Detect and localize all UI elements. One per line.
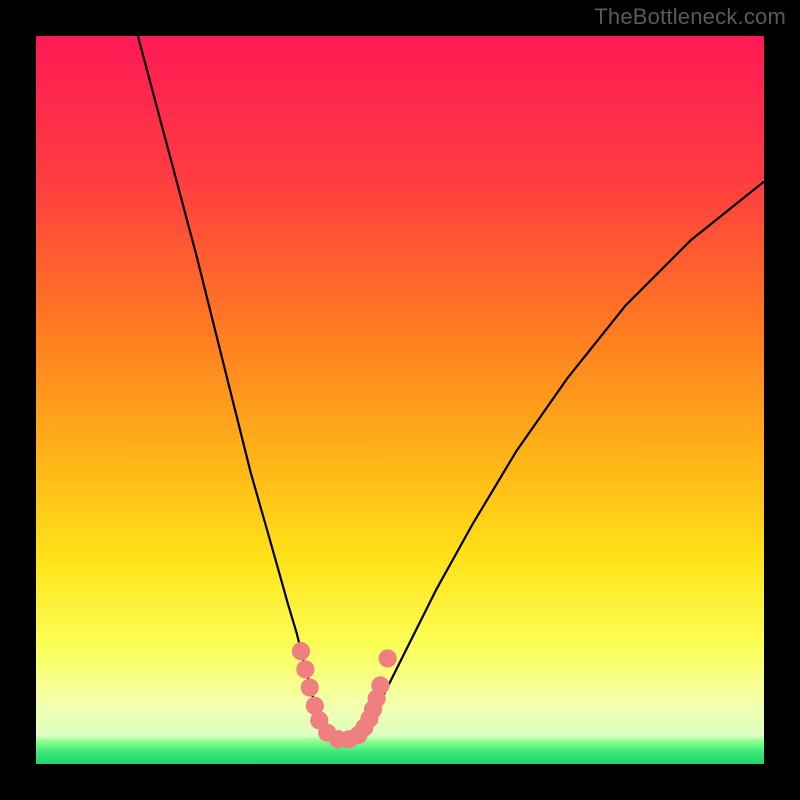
curve-layer — [36, 36, 764, 764]
chart-frame: TheBottleneck.com — [0, 0, 800, 800]
data-marker — [296, 660, 314, 678]
data-marker — [301, 678, 319, 696]
data-marker — [379, 649, 397, 667]
bottleneck-curve — [138, 36, 764, 741]
plot-area — [36, 36, 764, 764]
watermark-text: TheBottleneck.com — [594, 4, 786, 30]
data-marker — [371, 676, 389, 694]
data-marker — [292, 642, 310, 660]
